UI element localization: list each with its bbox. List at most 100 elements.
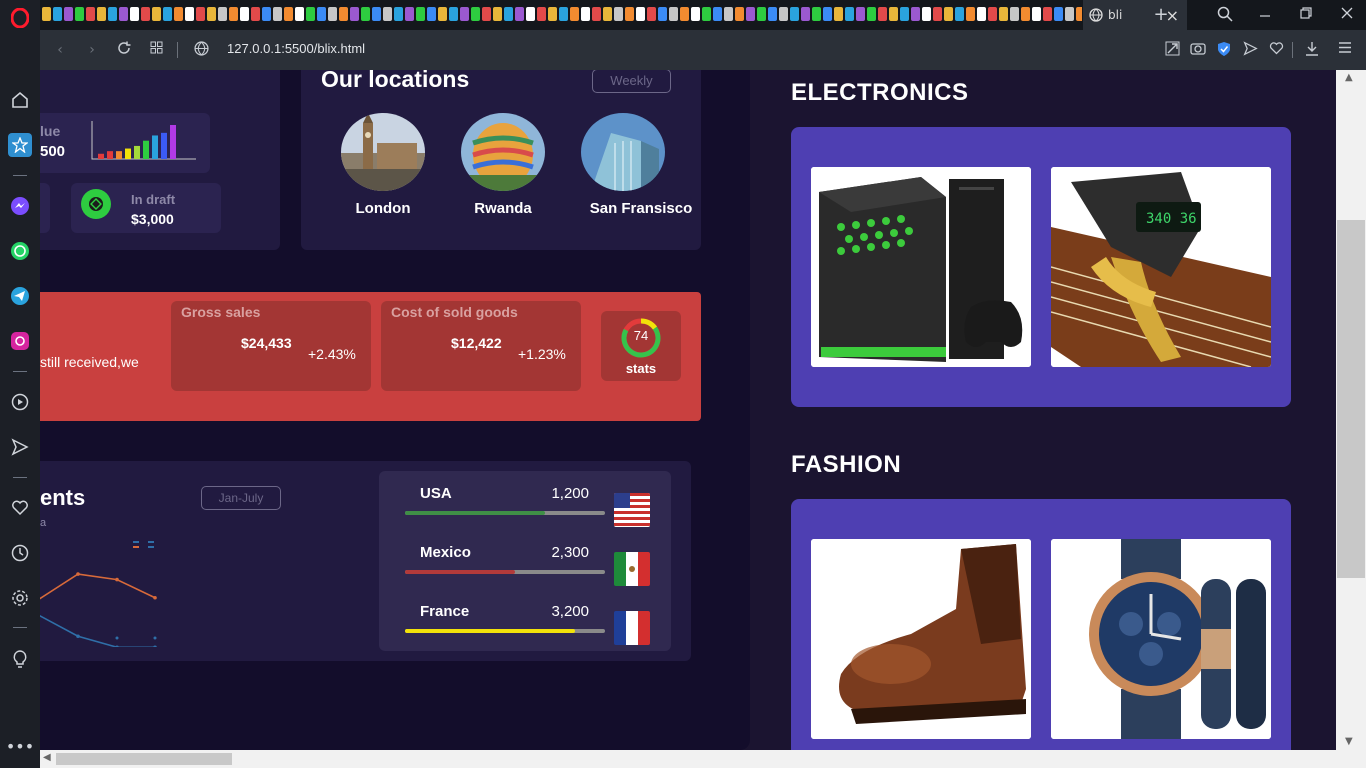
tab-favicon[interactable] <box>856 7 865 21</box>
shipments-filter-button[interactable]: Jan-July <box>201 486 281 510</box>
tab-favicon[interactable] <box>1043 7 1052 21</box>
tab-favicon[interactable] <box>207 7 216 21</box>
tab-favicon[interactable] <box>427 7 436 21</box>
history-icon[interactable] <box>8 541 32 565</box>
tab-favicon[interactable] <box>119 7 128 21</box>
telegram-icon[interactable] <box>8 284 32 308</box>
forward-icon[interactable]: › <box>84 41 100 59</box>
tab-favicon[interactable] <box>999 7 1008 21</box>
bookmark-icon[interactable] <box>8 133 32 157</box>
tab-favicon[interactable] <box>284 7 293 21</box>
tab-favicon[interactable] <box>988 7 997 21</box>
tab-favicon[interactable] <box>977 7 986 21</box>
home-icon[interactable] <box>8 88 32 112</box>
send-icon[interactable] <box>8 435 32 459</box>
tab-favicon[interactable] <box>339 7 348 21</box>
tab-favicon[interactable] <box>757 7 766 21</box>
search-tabs-icon[interactable] <box>1216 6 1234 24</box>
minimize-icon[interactable] <box>1256 6 1274 24</box>
tab-favicon[interactable] <box>724 7 733 21</box>
download-icon[interactable] <box>1303 41 1321 59</box>
heart-icon[interactable] <box>1267 41 1285 59</box>
tab-favicon[interactable] <box>559 7 568 21</box>
tab-favicon[interactable] <box>867 7 876 21</box>
tab-favicon[interactable] <box>768 7 777 21</box>
tab-favicon[interactable] <box>449 7 458 21</box>
tab-favicon[interactable] <box>295 7 304 21</box>
tab-favicon[interactable] <box>680 7 689 21</box>
tab-favicon[interactable] <box>955 7 964 21</box>
opera-logo-icon[interactable] <box>8 6 32 30</box>
new-tab-button[interactable]: + <box>1152 6 1170 24</box>
tab-favicon[interactable] <box>614 7 623 21</box>
tab-favicon[interactable] <box>746 7 755 21</box>
tab-favicon[interactable] <box>405 7 414 21</box>
tab-favicon[interactable] <box>570 7 579 21</box>
tab-favicon[interactable] <box>790 7 799 21</box>
tab-favicon[interactable] <box>86 7 95 21</box>
tab-favicon[interactable] <box>328 7 337 21</box>
tab-favicon[interactable] <box>900 7 909 21</box>
active-tab[interactable]: bli × <box>1083 0 1187 30</box>
tab-favicon[interactable] <box>647 7 656 21</box>
restore-icon[interactable] <box>1297 6 1315 24</box>
close-window-icon[interactable] <box>1338 6 1356 24</box>
share-icon[interactable] <box>1163 41 1181 59</box>
tab-favicon[interactable] <box>966 7 975 21</box>
tab-favicon[interactable] <box>922 7 931 21</box>
tab-favicon[interactable] <box>438 7 447 21</box>
tab-favicon[interactable] <box>812 7 821 21</box>
locations-filter-button[interactable]: Weekly <box>592 70 671 93</box>
tab-favicon[interactable] <box>262 7 271 21</box>
heart-icon[interactable] <box>8 496 32 520</box>
tab-favicon[interactable] <box>1054 7 1063 21</box>
tab-favicon[interactable] <box>53 7 62 21</box>
globe-icon[interactable] <box>192 41 210 59</box>
tab-favicon[interactable] <box>779 7 788 21</box>
tab-favicon[interactable] <box>108 7 117 21</box>
tab-favicon[interactable] <box>141 7 150 21</box>
tab-favicon[interactable] <box>834 7 843 21</box>
tab-favicon[interactable] <box>493 7 502 21</box>
tab-favicon[interactable] <box>669 7 678 21</box>
tab-favicon[interactable] <box>185 7 194 21</box>
tab-favicon[interactable] <box>97 7 106 21</box>
pinned-tab-favicons[interactable] <box>42 7 1082 23</box>
lightbulb-icon[interactable] <box>8 647 32 671</box>
settings-icon[interactable] <box>8 586 32 610</box>
instagram-icon[interactable] <box>8 329 32 353</box>
tab-favicon[interactable] <box>64 7 73 21</box>
tab-favicon[interactable] <box>416 7 425 21</box>
tab-favicon[interactable] <box>130 7 139 21</box>
more-icon[interactable]: ••• <box>6 734 34 758</box>
horizontal-scrollbar[interactable]: ◀ <box>40 750 1366 768</box>
tab-favicon[interactable] <box>636 7 645 21</box>
xbox-console-card[interactable] <box>811 167 1031 367</box>
scroll-up-icon[interactable]: ▲ <box>1345 72 1353 83</box>
horizontal-scroll-thumb[interactable] <box>56 753 232 765</box>
url-field[interactable]: 127.0.0.1:5500/blix.html <box>227 41 365 56</box>
tab-favicon[interactable] <box>548 7 557 21</box>
tab-favicon[interactable] <box>801 7 810 21</box>
tab-favicon[interactable] <box>911 7 920 21</box>
tab-favicon[interactable] <box>460 7 469 21</box>
stats-card[interactable]: 74 stats <box>601 311 681 381</box>
tab-favicon[interactable] <box>1021 7 1030 21</box>
messenger-icon[interactable] <box>8 194 32 218</box>
tab-favicon[interactable] <box>878 7 887 21</box>
tab-favicon[interactable] <box>240 7 249 21</box>
tab-favicon[interactable] <box>625 7 634 21</box>
wristwatch-card[interactable] <box>1051 539 1271 739</box>
tab-favicon[interactable] <box>944 7 953 21</box>
tab-favicon[interactable] <box>504 7 513 21</box>
player-icon[interactable] <box>8 390 32 414</box>
tab-favicon[interactable] <box>581 7 590 21</box>
tab-favicon[interactable] <box>229 7 238 21</box>
easy-setup-icon[interactable] <box>1336 41 1354 59</box>
tab-favicon[interactable] <box>658 7 667 21</box>
tab-favicon[interactable] <box>713 7 722 21</box>
tab-favicon[interactable] <box>372 7 381 21</box>
tab-favicon[interactable] <box>218 7 227 21</box>
vpn-shield-icon[interactable] <box>1215 41 1233 59</box>
tab-favicon[interactable] <box>1076 7 1082 21</box>
